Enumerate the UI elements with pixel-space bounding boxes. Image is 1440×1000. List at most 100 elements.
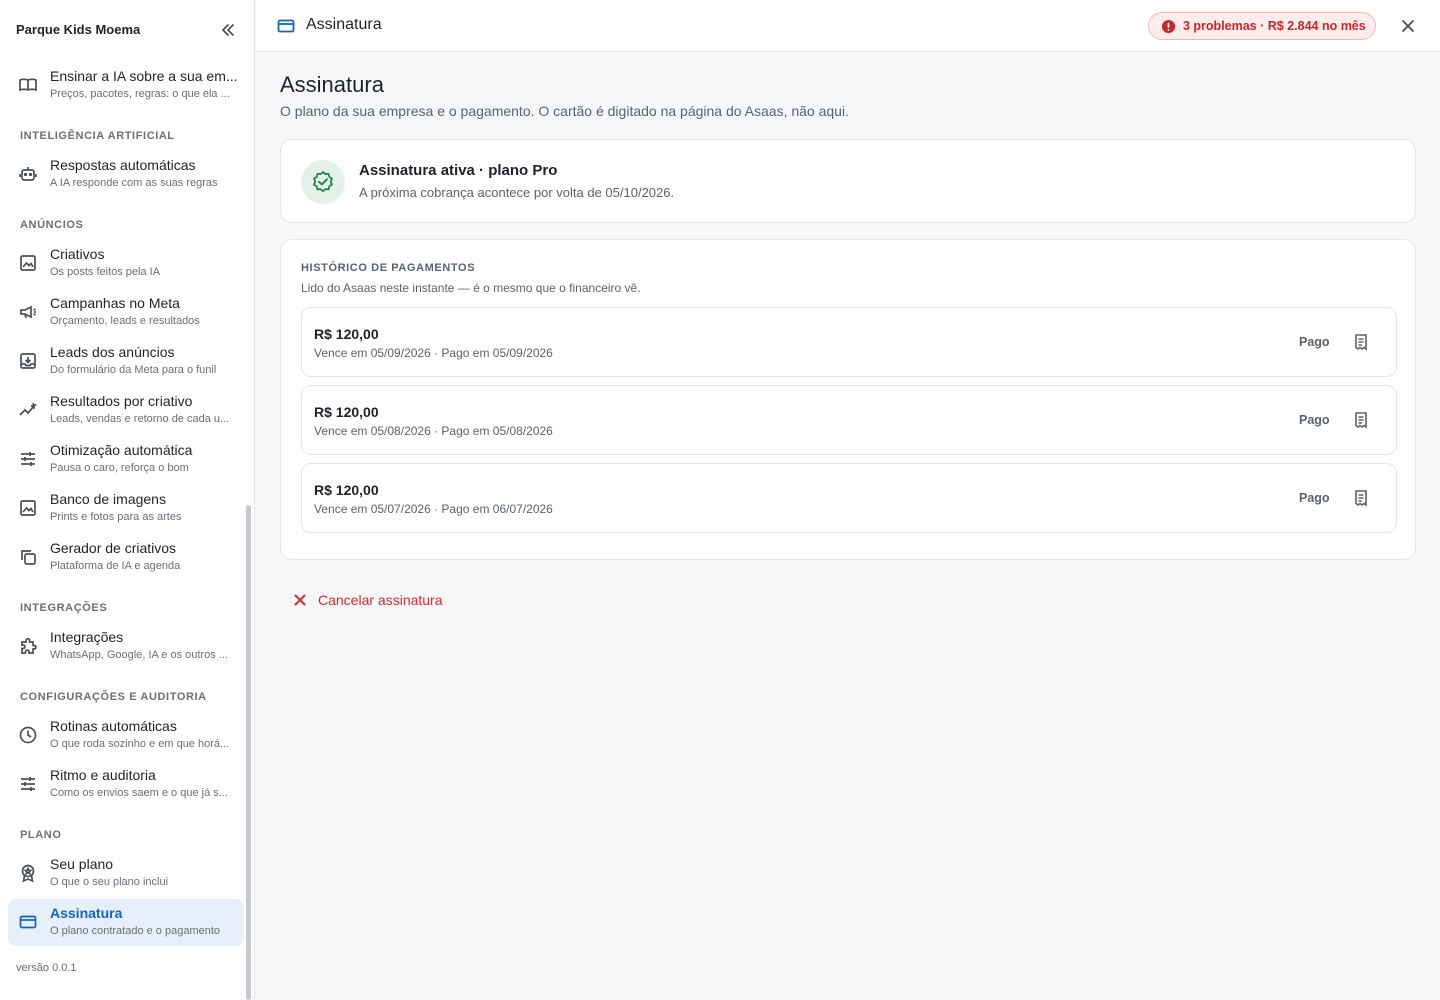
page-title: Assinatura [280, 72, 384, 97]
sidebar-item-sub: O que o seu plano inclui [50, 876, 169, 888]
subscription-status-card: Assinatura ativa · plano Pro A próxima c… [280, 139, 1416, 223]
sidebar-item-sub: Preços, pacotes, regras: o que ela ... [50, 88, 230, 100]
cancel-subscription-button[interactable]: Cancelar assinatura [284, 586, 464, 614]
credit-card-icon [18, 912, 38, 932]
payment-status: Pago [1299, 413, 1330, 427]
payment-dates: Vence em 05/07/2026 · Pago em 06/07/2026 [314, 502, 553, 516]
sidebar: Parque Kids Moema Ensinar a IA sobre a s… [0, 0, 255, 1000]
payment-row: R$ 120,00 Vence em 05/07/2026 · Pago em … [301, 463, 1397, 533]
section-heading-ads: ANÚNCIOS [20, 219, 84, 231]
app-version: versão 0.0.1 [16, 962, 77, 974]
verified-badge-icon [301, 160, 345, 204]
close-button[interactable] [1398, 16, 1418, 36]
sidebar-item-label: Banco de imagens [50, 491, 166, 507]
sidebar-item-sub: Os posts feitos pela IA [50, 266, 161, 278]
receipt-icon [1355, 490, 1367, 507]
sidebar-item-label: Leads dos anúncios [50, 344, 175, 360]
sidebar-item-sub: O que roda sozinho e em que horá... [50, 738, 230, 750]
credit-card-icon [276, 16, 296, 36]
section-heading-integrations: INTEGRAÇÕES [20, 602, 108, 614]
payment-history-subtitle: Lido do Asaas neste instante — é o mesmo… [301, 281, 641, 295]
inbox-download-icon [18, 351, 38, 371]
sidebar-item-sub: A IA responde com as suas regras [50, 177, 218, 189]
sidebar-item-sub: Do formulário da Meta para o funil [50, 364, 217, 376]
puzzle-icon [18, 636, 38, 656]
sidebar-item-sub: WhatsApp, Google, IA e os outros ... [50, 649, 228, 661]
image-gallery-icon [18, 498, 38, 518]
sidebar-item-label: Ensinar a IA sobre a sua em... [50, 68, 238, 84]
section-heading-ai: INTELIGÊNCIA ARTIFICIAL [20, 130, 175, 142]
sidebar-item-sub: Leads, vendas e retorno de cada u... [50, 413, 230, 425]
sidebar-item-label: Seu plano [50, 856, 114, 872]
sidebar-item-rhythm[interactable]: Ritmo e auditoria Como os envios saem e … [8, 761, 244, 808]
receipt-button[interactable] [1351, 410, 1371, 430]
close-icon [292, 592, 308, 608]
receipt-button[interactable] [1351, 488, 1371, 508]
sidebar-item-optimization[interactable]: Otimização automática Pausa o caro, refo… [8, 436, 244, 483]
sidebar-item-label: Ritmo e auditoria [50, 767, 156, 783]
sidebar-item-sub: Plataforma de IA e agenda [50, 560, 181, 572]
sidebar-item-ad-leads[interactable]: Leads dos anúncios Do formulário da Meta… [8, 338, 244, 385]
sidebar-item-integrations[interactable]: Integrações WhatsApp, Google, IA e os ou… [8, 623, 244, 670]
sidebar-item-creatives[interactable]: Criativos Os posts feitos pela IA [8, 240, 244, 287]
section-heading-config: CONFIGURAÇÕES E AUDITORIA [20, 691, 207, 703]
receipt-button[interactable] [1351, 332, 1371, 352]
payment-history-heading: HISTÓRICO DE PAGAMENTOS [301, 262, 476, 274]
top-bar: Assinatura 3 problemas · R$ 2.844 no mês [256, 0, 1440, 52]
sidebar-header: Parque Kids Moema [0, 0, 255, 60]
payment-row: R$ 120,00 Vence em 05/09/2026 · Pago em … [301, 307, 1397, 377]
sidebar-item-label: Assinatura [50, 905, 123, 921]
tune-sliders-icon [18, 449, 38, 469]
status-description: A próxima cobrança acontece por volta de… [359, 185, 675, 200]
status-title: Assinatura ativa · plano Pro [359, 162, 558, 179]
copy-layers-icon [18, 547, 38, 567]
sidebar-item-results[interactable]: Resultados por criativo Leads, vendas e … [8, 387, 244, 434]
sidebar-item-generator[interactable]: Gerador de criativos Plataforma de IA e … [8, 534, 244, 581]
sidebar-item-label: Otimização automática [50, 442, 193, 458]
trending-chart-icon [18, 400, 38, 420]
double-chevron-left-icon [222, 24, 234, 36]
sidebar-item-teach-ai[interactable]: Ensinar a IA sobre a sua em... Preços, p… [8, 62, 244, 109]
page-subtitle: O plano da sua empresa e o pagamento. O … [280, 103, 849, 119]
sidebar-item-sub: Pausa o caro, reforça o bom [50, 462, 189, 474]
collapse-sidebar-button[interactable] [218, 20, 238, 40]
sidebar-item-sub: Como os envios saem e o que já s... [50, 787, 228, 799]
sidebar-item-label: Gerador de criativos [50, 540, 177, 556]
payment-dates: Vence em 05/09/2026 · Pago em 05/09/2026 [314, 346, 553, 360]
payment-amount: R$ 120,00 [314, 482, 379, 498]
cancel-subscription-label: Cancelar assinatura [318, 592, 443, 608]
sidebar-item-auto-replies[interactable]: Respostas automáticas A IA responde com … [8, 151, 244, 198]
receipt-icon [1355, 412, 1367, 429]
megaphone-icon [18, 302, 38, 322]
payment-history-card: HISTÓRICO DE PAGAMENTOS Lido do Asaas ne… [280, 239, 1416, 560]
company-name: Parque Kids Moema [16, 22, 141, 37]
sidebar-item-sub: Orçamento, leads e resultados [50, 315, 200, 327]
sidebar-item-label: Resultados por criativo [50, 393, 193, 409]
clock-icon [18, 725, 38, 745]
payment-status: Pago [1299, 491, 1330, 505]
sidebar-scrollbar[interactable] [246, 505, 251, 1000]
sidebar-item-subscription[interactable]: Assinatura O plano contratado e o pagame… [8, 899, 244, 946]
payment-amount: R$ 120,00 [314, 404, 379, 420]
sidebar-item-image-bank[interactable]: Banco de imagens Prints e fotos para as … [8, 485, 244, 532]
robot-icon [18, 164, 38, 184]
payment-status: Pago [1299, 335, 1330, 349]
payment-row: R$ 120,00 Vence em 05/08/2026 · Pago em … [301, 385, 1397, 455]
sidebar-item-routines[interactable]: Rotinas automáticas O que roda sozinho e… [8, 712, 244, 759]
error-alert-icon [1161, 19, 1176, 34]
sidebar-item-label: Criativos [50, 246, 105, 262]
sidebar-item-your-plan[interactable]: Seu plano O que o seu plano inclui [8, 850, 244, 897]
problems-badge[interactable]: 3 problemas · R$ 2.844 no mês [1148, 12, 1376, 40]
tune-sliders-icon [18, 774, 38, 794]
book-icon [18, 75, 38, 95]
sidebar-item-sub: Prints e fotos para as artes [50, 511, 182, 523]
image-gallery-icon [18, 253, 38, 273]
sidebar-item-label: Rotinas automáticas [50, 718, 177, 734]
payment-dates: Vence em 05/08/2026 · Pago em 05/08/2026 [314, 424, 553, 438]
top-bar-title: Assinatura [306, 16, 382, 33]
receipt-icon [1355, 334, 1367, 351]
problems-badge-label: 3 problemas · R$ 2.844 no mês [1183, 19, 1366, 33]
sidebar-item-meta-campaigns[interactable]: Campanhas no Meta Orçamento, leads e res… [8, 289, 244, 336]
award-badge-icon [18, 863, 38, 883]
section-heading-plan: PLANO [20, 829, 62, 841]
